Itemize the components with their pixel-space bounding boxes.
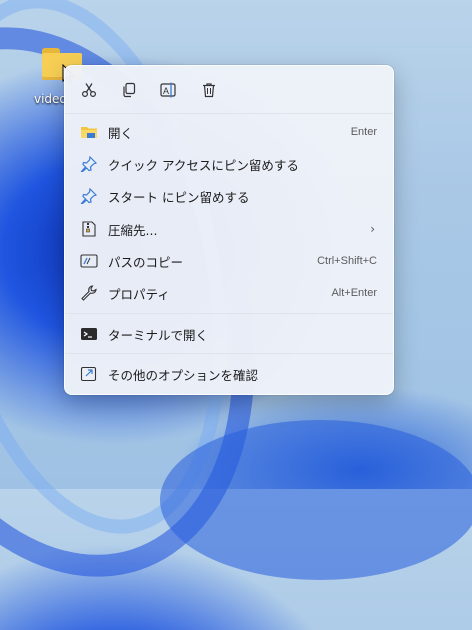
- copy-icon: [123, 82, 136, 98]
- cut-icon: [81, 83, 97, 98]
- menu-item-shortcut: Ctrl+Shift+C: [317, 255, 377, 267]
- menu-item-label: クイック アクセスにピン留めする: [108, 157, 299, 173]
- delete-button[interactable]: [197, 78, 221, 102]
- menu-item-shortcut: Enter: [350, 126, 377, 138]
- menu-item-properties[interactable]: プロパティ Alt+Enter: [71, 278, 387, 308]
- menu-item-label: スタート にピン留めする: [108, 189, 250, 205]
- menu-item-label: ターミナルで開く: [108, 327, 209, 343]
- menu-item-label: 圧縮先...: [108, 222, 158, 238]
- menu-item-pin-start[interactable]: スタート にピン留めする: [71, 181, 387, 211]
- menu-item-label: プロパティ: [108, 286, 170, 302]
- menu-item-show-more-options[interactable]: その他のオプションを確認: [71, 359, 387, 389]
- rename-button[interactable]: A: [157, 78, 181, 102]
- menu-item-copy-path[interactable]: パスのコピー Ctrl+Shift+C: [71, 246, 387, 276]
- menu-divider: [65, 313, 393, 314]
- menu-item-label: 開く: [108, 125, 134, 141]
- menu-item-open-in-terminal[interactable]: ターミナルで開く: [71, 319, 387, 349]
- desktop-folder-label: video: [34, 92, 67, 106]
- pin-icon: [80, 188, 98, 204]
- copy-path-icon: [80, 254, 98, 268]
- wallpaper-swirl: [160, 420, 472, 580]
- zip-icon: [82, 221, 96, 237]
- svg-text:A: A: [163, 86, 169, 96]
- menu-divider: [65, 353, 393, 354]
- menu-item-open[interactable]: 開く Enter: [71, 117, 387, 147]
- chevron-right-icon: ›: [370, 222, 375, 236]
- menu-item-shortcut: Alt+Enter: [331, 287, 377, 299]
- terminal-icon: [81, 328, 97, 340]
- folder-icon: [81, 127, 97, 138]
- menu-divider: [65, 113, 393, 114]
- pin-icon: [80, 156, 98, 172]
- context-menu: A 開く Enter クイック アクセスにピン留めする スタート にピン留めする…: [64, 65, 394, 395]
- cut-button[interactable]: [77, 78, 101, 102]
- wrench-icon: [81, 285, 97, 301]
- menu-item-pin-quick-access[interactable]: クイック アクセスにピン留めする: [71, 149, 387, 179]
- menu-item-label: パスのコピー: [108, 254, 184, 270]
- menu-item-label: その他のオプションを確認: [108, 367, 259, 383]
- delete-icon: [203, 83, 215, 98]
- more-options-icon: [80, 366, 97, 382]
- rename-icon: A: [160, 82, 176, 98]
- menu-item-compress-to[interactable]: 圧縮先... ›: [71, 214, 387, 244]
- context-menu-toolbar: A: [65, 66, 393, 113]
- copy-button[interactable]: [117, 78, 141, 102]
